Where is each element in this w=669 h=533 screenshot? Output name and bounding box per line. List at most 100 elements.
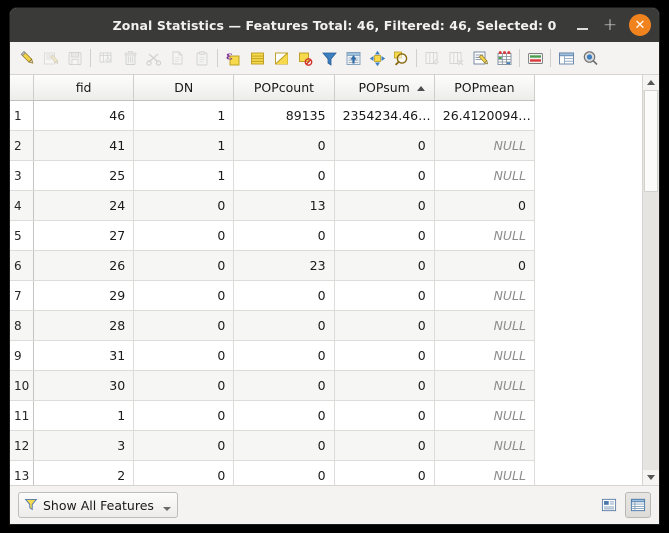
- row-header[interactable]: 12: [10, 430, 34, 461]
- table-row[interactable]: 13 2 0 0 0 NULL: [10, 460, 536, 485]
- row-header[interactable]: 13: [10, 460, 34, 485]
- cell-popcount[interactable]: 0: [233, 370, 335, 401]
- cell-fid[interactable]: 46: [33, 100, 135, 131]
- cell-fid[interactable]: 30: [33, 370, 135, 401]
- cell-dn[interactable]: 1: [133, 130, 235, 161]
- cell-fid[interactable]: 31: [33, 340, 135, 371]
- row-header[interactable]: 6: [10, 250, 34, 281]
- cell-dn[interactable]: 0: [133, 310, 235, 341]
- cell-popsum[interactable]: 0: [334, 370, 435, 401]
- cell-dn[interactable]: 0: [133, 460, 235, 485]
- cell-popsum[interactable]: 2354234.46…: [334, 100, 435, 131]
- scroll-down-button[interactable]: [643, 470, 659, 485]
- cell-popsum[interactable]: 0: [334, 280, 435, 311]
- conditional-formatting-icon[interactable]: [492, 45, 516, 71]
- column-header-rowid[interactable]: [10, 75, 34, 101]
- column-header-popsum[interactable]: POPsum: [334, 75, 435, 101]
- row-header[interactable]: 8: [10, 310, 34, 341]
- table-row[interactable]: 5 27 0 0 0 NULL: [10, 220, 536, 251]
- maximize-button[interactable]: +: [597, 12, 623, 38]
- cell-popsum[interactable]: 0: [334, 310, 435, 341]
- table-row[interactable]: 10 30 0 0 0 NULL: [10, 370, 536, 401]
- table-row[interactable]: 9 31 0 0 0 NULL: [10, 340, 536, 371]
- cell-fid[interactable]: 27: [33, 220, 135, 251]
- row-header[interactable]: 4: [10, 190, 34, 221]
- table-row[interactable]: 3 25 1 0 0 NULL: [10, 160, 536, 191]
- row-header[interactable]: 10: [10, 370, 34, 401]
- select-by-expression-icon[interactable]: ε: [221, 45, 245, 71]
- cell-popmean[interactable]: NULL: [434, 310, 536, 341]
- cell-dn[interactable]: 0: [133, 400, 235, 431]
- cell-popcount[interactable]: 0: [233, 460, 335, 485]
- cell-popmean[interactable]: NULL: [434, 160, 536, 191]
- table-view-button[interactable]: [625, 492, 651, 518]
- form-view-button[interactable]: [596, 492, 622, 518]
- row-header[interactable]: 3: [10, 160, 34, 191]
- table-row[interactable]: 11 1 0 0 0 NULL: [10, 400, 536, 431]
- cell-popmean[interactable]: NULL: [434, 220, 536, 251]
- cell-fid[interactable]: 1: [33, 400, 135, 431]
- cell-popcount[interactable]: 23: [233, 250, 335, 281]
- minimize-button[interactable]: [569, 12, 595, 38]
- organize-columns-icon[interactable]: [523, 45, 547, 71]
- cell-dn[interactable]: 0: [133, 220, 235, 251]
- cell-popsum[interactable]: 0: [334, 250, 435, 281]
- table-row[interactable]: 1 46 1 89135 2354234.46… 26.4120094…: [10, 100, 536, 131]
- cell-popsum[interactable]: 0: [334, 220, 435, 251]
- column-header-dn[interactable]: DN: [133, 75, 235, 101]
- table-row[interactable]: 4 24 0 13 0 0: [10, 190, 536, 221]
- cell-popcount[interactable]: 0: [233, 400, 335, 431]
- dock-undock-icon[interactable]: [554, 45, 578, 71]
- open-field-calculator-icon[interactable]: [468, 45, 492, 71]
- cell-fid[interactable]: 24: [33, 190, 135, 221]
- attribute-table-viewport[interactable]: fid DN POPcount POPsum POPmean 1 46 1 89135…: [10, 75, 642, 485]
- cell-popcount[interactable]: 0: [233, 280, 335, 311]
- cell-dn[interactable]: 1: [133, 160, 235, 191]
- show-all-features-button[interactable]: Show All Features: [18, 492, 178, 518]
- toggle-editing-icon[interactable]: [15, 45, 39, 71]
- cell-popsum[interactable]: 0: [334, 400, 435, 431]
- cell-dn[interactable]: 1: [133, 100, 235, 131]
- actions-icon[interactable]: [578, 45, 602, 71]
- cell-dn[interactable]: 0: [133, 340, 235, 371]
- cell-fid[interactable]: 3: [33, 430, 135, 461]
- row-header[interactable]: 9: [10, 340, 34, 371]
- row-header[interactable]: 1: [10, 100, 34, 131]
- cell-dn[interactable]: 0: [133, 280, 235, 311]
- cell-fid[interactable]: 2: [33, 460, 135, 485]
- cell-popmean[interactable]: NULL: [434, 130, 536, 161]
- cell-dn[interactable]: 0: [133, 430, 235, 461]
- cell-popcount[interactable]: 13: [233, 190, 335, 221]
- cell-popsum[interactable]: 0: [334, 430, 435, 461]
- cell-popcount[interactable]: 0: [233, 430, 335, 461]
- cell-fid[interactable]: 28: [33, 310, 135, 341]
- cell-popmean[interactable]: NULL: [434, 340, 536, 371]
- row-header[interactable]: 5: [10, 220, 34, 251]
- vertical-scrollbar[interactable]: [642, 75, 659, 485]
- cell-fid[interactable]: 25: [33, 160, 135, 191]
- cell-popmean[interactable]: NULL: [434, 280, 536, 311]
- close-button[interactable]: ✕: [629, 14, 651, 36]
- filter-selection-icon[interactable]: [317, 45, 341, 71]
- cell-popsum[interactable]: 0: [334, 460, 435, 485]
- table-row[interactable]: 12 3 0 0 0 NULL: [10, 430, 536, 461]
- cell-popsum[interactable]: 0: [334, 340, 435, 371]
- scrollbar-track[interactable]: [643, 90, 659, 470]
- table-row[interactable]: 6 26 0 23 0 0: [10, 250, 536, 281]
- cell-popsum[interactable]: 0: [334, 190, 435, 221]
- move-selection-to-top-icon[interactable]: [341, 45, 365, 71]
- cell-popmean[interactable]: 26.4120094…: [434, 100, 536, 131]
- table-row[interactable]: 7 29 0 0 0 NULL: [10, 280, 536, 311]
- cell-popcount[interactable]: 0: [233, 220, 335, 251]
- table-row[interactable]: 8 28 0 0 0 NULL: [10, 310, 536, 341]
- zoom-to-selection-icon[interactable]: [389, 45, 413, 71]
- row-header[interactable]: 11: [10, 400, 34, 431]
- row-header[interactable]: 7: [10, 280, 34, 311]
- cell-popmean[interactable]: 0: [434, 190, 536, 221]
- cell-popmean[interactable]: NULL: [434, 400, 536, 431]
- cell-popcount[interactable]: 89135: [233, 100, 335, 131]
- cell-popsum[interactable]: 0: [334, 130, 435, 161]
- cell-dn[interactable]: 0: [133, 190, 235, 221]
- scrollbar-thumb[interactable]: [644, 90, 658, 192]
- cell-popcount[interactable]: 0: [233, 310, 335, 341]
